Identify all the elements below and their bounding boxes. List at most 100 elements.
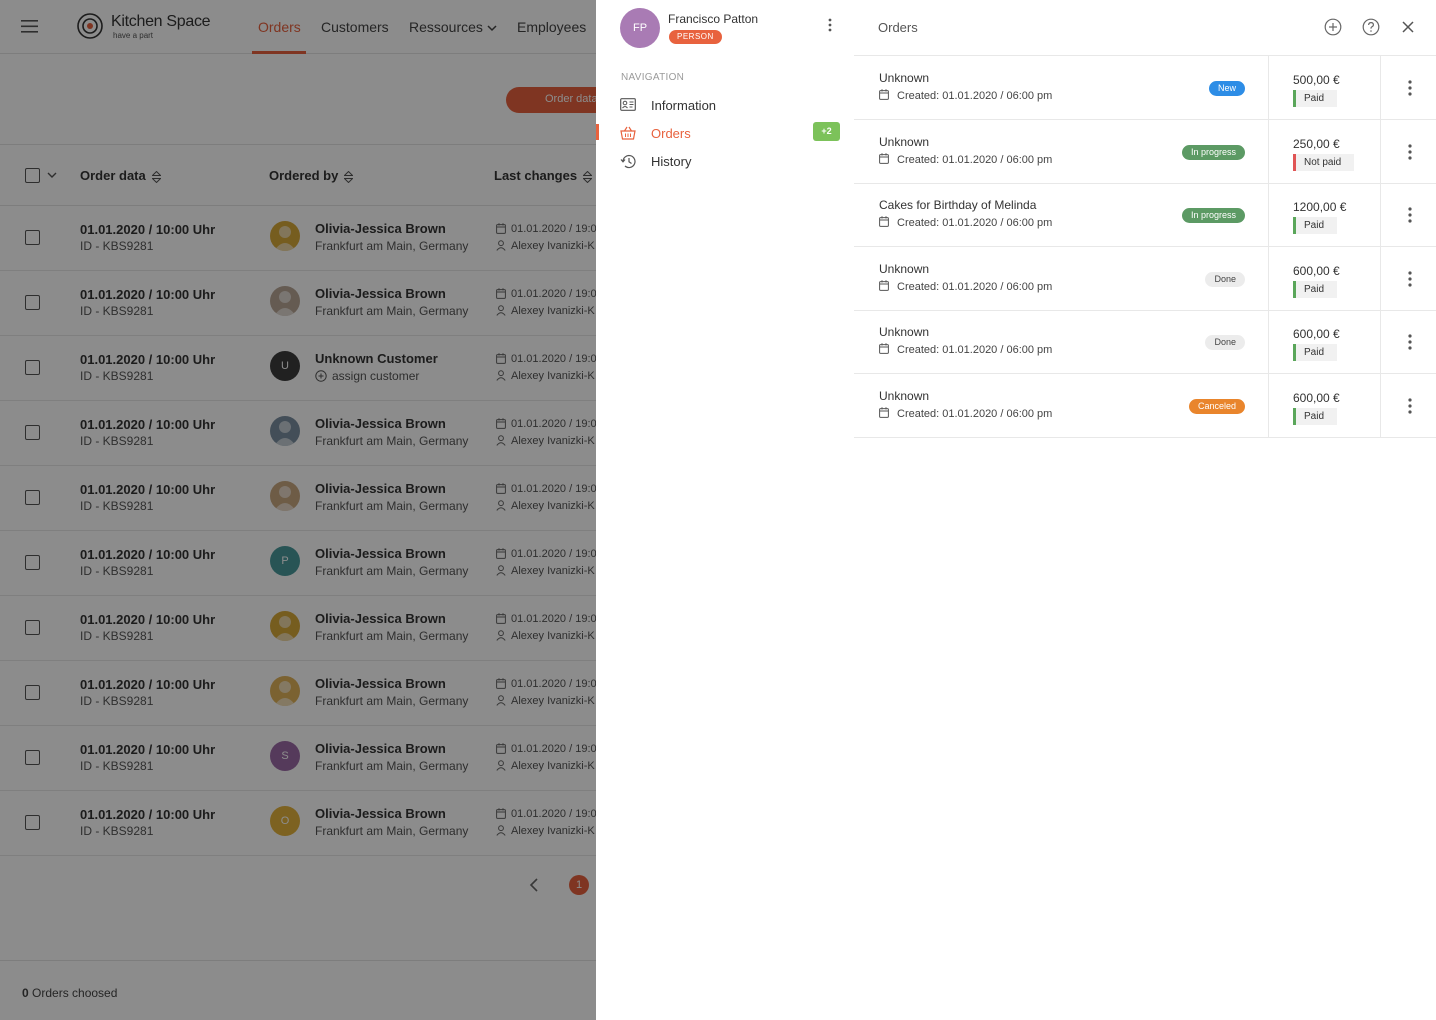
order-created: Created: 01.01.2020 / 06:00 pm <box>879 343 1052 356</box>
order-price: 600,00 € <box>1293 327 1340 342</box>
order-created: Created: 01.01.2020 / 06:00 pm <box>879 216 1052 229</box>
column-divider <box>1380 374 1381 438</box>
order-row[interactable]: Cakes for Birthday of Melinda Created: 01… <box>854 183 1436 248</box>
order-more-options-icon[interactable] <box>1408 207 1412 223</box>
order-status-badge: New <box>1208 81 1245 96</box>
order-price: 1200,00 € <box>1293 200 1347 215</box>
column-divider <box>1380 56 1381 120</box>
payment-status-label: Not paid <box>1304 156 1342 168</box>
order-price: 600,00 € <box>1293 391 1340 405</box>
order-price: 600,00 € <box>1293 263 1340 278</box>
calendar-icon <box>879 407 889 418</box>
order-title[interactable]: Unknown <box>879 389 929 403</box>
id-card-icon <box>620 98 636 111</box>
order-more-options-icon[interactable] <box>1408 271 1412 287</box>
order-row[interactable]: Unknown Created: 01.01.2020 / 06:00 pm In … <box>854 119 1436 184</box>
calendar-icon <box>879 216 889 228</box>
basket-icon <box>620 126 636 140</box>
order-created: Created: 01.01.2020 / 06:00 pm <box>879 152 1053 166</box>
orders-section: Orders Unknown Created: 01.01.2020 / 06:0… <box>854 0 1436 1020</box>
order-title[interactable]: Unknown <box>879 71 929 85</box>
order-created-label: Created: 01.01.2020 / 06:00 pm <box>897 90 1053 102</box>
order-created-label: Created: 01.01.2020 / 06:00 pm <box>897 153 1053 166</box>
order-status-badge: Canceled <box>1188 399 1245 414</box>
payment-status-indicator <box>1293 344 1296 362</box>
payment-status-label: Paid <box>1304 411 1325 422</box>
panel-sidebar: FP Francisco Patton PERSON NAVIGATION In… <box>596 0 854 1020</box>
customer-detail-panel: FP Francisco Patton PERSON NAVIGATION In… <box>596 0 1436 1020</box>
add-order-icon[interactable] <box>1324 18 1342 36</box>
payment-status-label: Paid <box>1304 93 1325 104</box>
payment-status-label: Paid <box>1304 220 1325 232</box>
payment-status: Not paid <box>1293 153 1355 171</box>
order-title[interactable]: Unknown <box>879 325 929 339</box>
order-status-badge: In progress <box>1181 208 1245 224</box>
order-more-options-icon[interactable] <box>1408 143 1412 160</box>
order-status-badge: Done <box>1205 271 1245 287</box>
calendar-icon <box>879 343 889 355</box>
modal-backdrop[interactable] <box>0 0 596 1020</box>
order-created: Created: 01.01.2020 / 06:00 pm <box>879 280 1052 293</box>
sidebar-item-orders[interactable]: Orders +2 <box>596 120 854 148</box>
help-icon[interactable] <box>1362 18 1380 36</box>
payment-status-indicator <box>1293 90 1296 107</box>
payment-status-label: Paid <box>1304 283 1325 295</box>
column-divider <box>1268 374 1269 438</box>
payment-status-indicator <box>1293 217 1296 235</box>
order-row[interactable]: Unknown Created: 01.01.2020 / 06:00 pm New… <box>854 56 1436 120</box>
order-title[interactable]: Unknown <box>879 262 929 276</box>
column-divider <box>1268 183 1269 248</box>
calendar-icon <box>879 89 889 100</box>
order-title[interactable]: Unknown <box>879 135 929 149</box>
sidebar-item-orders-label: Orders <box>651 126 691 141</box>
order-more-options-icon[interactable] <box>1408 398 1412 414</box>
order-created-label: Created: 01.01.2020 / 06:00 pm <box>897 280 1053 293</box>
payment-status: Paid <box>1293 90 1338 107</box>
payment-status-indicator <box>1293 280 1296 298</box>
orders-count-badge: +2 <box>813 122 840 141</box>
more-options-icon[interactable] <box>828 18 832 32</box>
column-divider <box>1380 310 1381 375</box>
payment-status: Paid <box>1293 280 1338 298</box>
order-row[interactable]: Unknown Created: 01.01.2020 / 06:00 pm Don… <box>854 246 1436 311</box>
column-divider <box>1268 310 1269 375</box>
order-created: Created: 01.01.2020 / 06:00 pm <box>879 407 1052 420</box>
order-created: Created: 01.01.2020 / 06:00 pm <box>879 89 1052 102</box>
column-divider <box>1268 246 1269 311</box>
order-price: 500,00 € <box>1293 73 1340 87</box>
payment-status-indicator <box>1293 153 1296 171</box>
section-title: Orders <box>878 20 918 35</box>
sidebar-item-history-label: History <box>651 154 692 169</box>
sidebar-item-history[interactable]: History <box>596 148 854 176</box>
column-divider <box>1268 56 1269 120</box>
order-status-badge: In progress <box>1181 144 1245 160</box>
order-row[interactable]: Unknown Created: 01.01.2020 / 06:00 pm Can… <box>854 374 1436 438</box>
order-row[interactable]: Unknown Created: 01.01.2020 / 06:00 pm Don… <box>854 310 1436 375</box>
column-divider <box>1380 119 1381 184</box>
person-type-badge: PERSON <box>669 30 722 44</box>
payment-status: Paid <box>1293 344 1338 362</box>
order-more-options-icon[interactable] <box>1408 334 1412 350</box>
column-divider <box>1268 119 1269 184</box>
person-avatar: FP <box>620 8 660 48</box>
order-created-label: Created: 01.01.2020 / 06:00 pm <box>897 344 1053 357</box>
person-name: Francisco Patton <box>668 12 759 26</box>
order-title[interactable]: Cakes for Birthday of Melinda <box>879 198 1036 212</box>
order-created-label: Created: 01.01.2020 / 06:00 pm <box>897 408 1053 420</box>
order-more-options-icon[interactable] <box>1408 80 1412 96</box>
close-icon[interactable] <box>1401 20 1415 34</box>
payment-status: Paid <box>1293 217 1338 235</box>
sidebar-item-information-label: Information <box>651 98 717 113</box>
order-created-label: Created: 01.01.2020 / 06:00 pm <box>897 217 1053 230</box>
payment-status-label: Paid <box>1304 347 1325 359</box>
history-icon <box>620 154 636 169</box>
payment-status-indicator <box>1293 408 1296 425</box>
calendar-icon <box>879 280 889 291</box>
order-price: 250,00 € <box>1293 136 1340 151</box>
sidebar-item-information[interactable]: Information <box>596 92 854 120</box>
calendar-icon <box>879 152 889 164</box>
column-divider <box>1380 183 1381 248</box>
payment-status: Paid <box>1293 408 1338 425</box>
order-status-badge: Done <box>1205 335 1245 351</box>
column-divider <box>1380 246 1381 311</box>
